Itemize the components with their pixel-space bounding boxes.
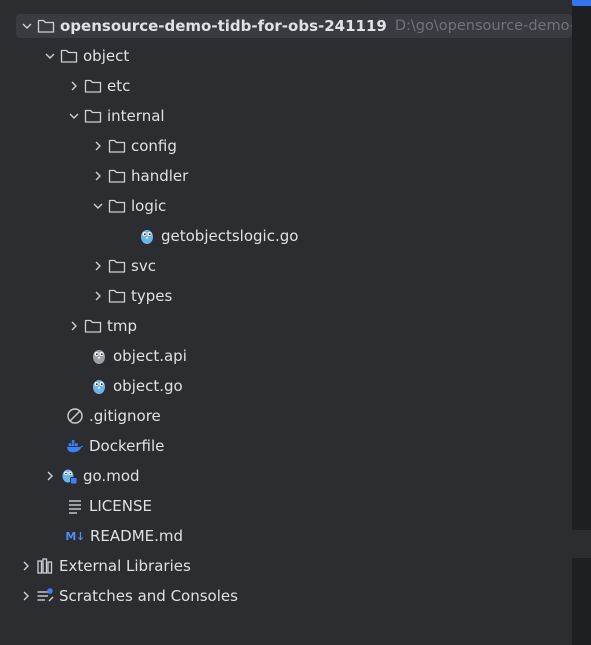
tree-item-label: README.md bbox=[90, 527, 184, 545]
tree-row-object-api[interactable]: object.api bbox=[0, 341, 572, 371]
scrollbar-marker bbox=[572, 530, 591, 558]
tree-row-readme[interactable]: M↓ README.md bbox=[0, 521, 572, 551]
tree-row-svc[interactable]: svc bbox=[0, 251, 572, 281]
ignore-file-icon bbox=[66, 407, 84, 425]
library-icon bbox=[36, 557, 54, 575]
docker-icon bbox=[66, 437, 84, 455]
chevron-down-icon[interactable] bbox=[42, 48, 58, 64]
tree-item-label: logic bbox=[131, 197, 167, 215]
chevron-right-icon[interactable] bbox=[90, 288, 106, 304]
scrollbar-thumb[interactable] bbox=[572, 0, 591, 6]
chevron-right-icon[interactable] bbox=[18, 588, 34, 604]
tree-row-types[interactable]: types bbox=[0, 281, 572, 311]
tree-row-getobjectslogic-go[interactable]: getobjectslogic.go bbox=[0, 221, 572, 251]
chevron-right-icon[interactable] bbox=[66, 78, 82, 94]
tree-row-dockerfile[interactable]: Dockerfile bbox=[0, 431, 572, 461]
scratches-icon bbox=[36, 587, 54, 605]
chevron-right-icon[interactable] bbox=[90, 138, 106, 154]
tree-row-license[interactable]: LICENSE bbox=[0, 491, 572, 521]
project-path: D:\go\opensource-demo-ti bbox=[394, 18, 572, 34]
tree-row-object[interactable]: object bbox=[0, 41, 572, 71]
tree-row-internal[interactable]: internal bbox=[0, 101, 572, 131]
markdown-icon: M↓ bbox=[65, 529, 85, 543]
tree-item-label: Scratches and Consoles bbox=[59, 587, 238, 605]
tree-item-label: internal bbox=[107, 107, 165, 125]
tree-item-label: tmp bbox=[107, 317, 138, 335]
tree-row-config[interactable]: config bbox=[0, 131, 572, 161]
tree-row-gitignore[interactable]: .gitignore bbox=[0, 401, 572, 431]
tree-item-label: External Libraries bbox=[59, 557, 191, 575]
project-tree: opensource-demo-tidb-for-obs-241119 D:\g… bbox=[0, 0, 572, 645]
tree-row-project-root[interactable]: opensource-demo-tidb-for-obs-241119 D:\g… bbox=[16, 14, 572, 38]
tree-row-logic[interactable]: logic bbox=[0, 191, 572, 221]
chevron-right-icon[interactable] bbox=[90, 258, 106, 274]
project-name: opensource-demo-tidb-for-obs-241119 bbox=[60, 17, 387, 35]
tree-item-label: handler bbox=[131, 167, 189, 185]
tree-item-label: .gitignore bbox=[89, 407, 161, 425]
go-file-icon bbox=[90, 377, 108, 395]
go-module-icon bbox=[60, 467, 78, 485]
chevron-right-icon[interactable] bbox=[42, 468, 58, 484]
chevron-down-icon[interactable] bbox=[66, 108, 82, 124]
folder-icon bbox=[108, 287, 126, 305]
folder-icon bbox=[84, 317, 102, 335]
tree-item-label: object.go bbox=[113, 377, 183, 395]
tree-row-handler[interactable]: handler bbox=[0, 161, 572, 191]
folder-icon bbox=[108, 197, 126, 215]
folder-icon bbox=[37, 17, 55, 35]
chevron-right-icon[interactable] bbox=[66, 318, 82, 334]
tree-item-label: object.api bbox=[113, 347, 187, 365]
tree-item-label: go.mod bbox=[83, 467, 140, 485]
tree-row-tmp[interactable]: tmp bbox=[0, 311, 572, 341]
folder-icon bbox=[108, 257, 126, 275]
tree-item-label: types bbox=[131, 287, 173, 305]
tree-row-go-mod[interactable]: go.mod bbox=[0, 461, 572, 491]
tree-row-scratches[interactable]: Scratches and Consoles bbox=[0, 581, 572, 611]
folder-icon bbox=[108, 167, 126, 185]
go-file-icon bbox=[138, 227, 156, 245]
folder-icon bbox=[84, 107, 102, 125]
folder-icon bbox=[60, 47, 78, 65]
text-file-icon bbox=[66, 497, 84, 515]
chevron-right-icon[interactable] bbox=[90, 168, 106, 184]
folder-icon bbox=[84, 77, 102, 95]
tree-row-external-libraries[interactable]: External Libraries bbox=[0, 551, 572, 581]
folder-icon bbox=[108, 137, 126, 155]
tree-row-etc[interactable]: etc bbox=[0, 71, 572, 101]
tree-item-label: svc bbox=[131, 257, 156, 275]
api-file-icon bbox=[90, 347, 108, 365]
tree-item-label: etc bbox=[107, 77, 131, 95]
tree-item-label: config bbox=[131, 137, 177, 155]
chevron-down-icon[interactable] bbox=[19, 18, 35, 34]
tree-item-label: LICENSE bbox=[89, 497, 152, 515]
tree-item-label: getobjectslogic.go bbox=[161, 227, 299, 245]
chevron-right-icon[interactable] bbox=[18, 558, 34, 574]
tree-row-object-go[interactable]: object.go bbox=[0, 371, 572, 401]
tree-item-label: Dockerfile bbox=[89, 437, 165, 455]
chevron-down-icon[interactable] bbox=[90, 198, 106, 214]
tree-item-label: object bbox=[83, 47, 130, 65]
